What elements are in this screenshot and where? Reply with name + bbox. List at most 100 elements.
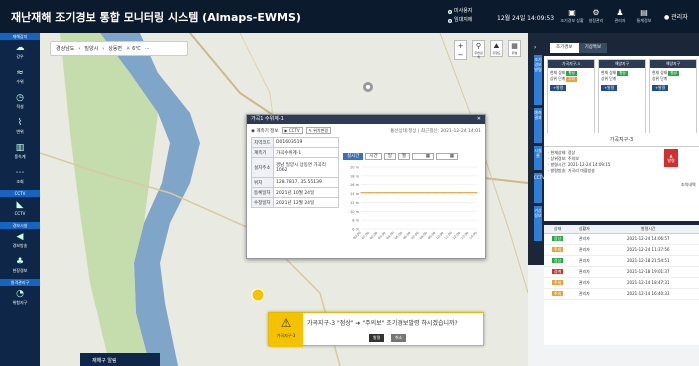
speaker-icon: ◀	[16, 232, 24, 242]
alert-dialog: ⚠ 가곡지구-3 가곡지구-3 "점상" ➔ "주의보" 조기경보발령 하시겠습…	[268, 312, 484, 347]
cctv-button[interactable]: ▶ CCTV	[281, 127, 303, 134]
app-title: 재난재해 조기경보 통합 모니터링 시스템 (Almaps-EWMS)	[11, 11, 301, 24]
x-tick-label: 06:00	[402, 231, 411, 240]
data-point	[418, 192, 420, 194]
sidebar-section: CCTV	[0, 190, 40, 197]
issue-button[interactable]: +발령	[601, 85, 618, 91]
issue-button[interactable]: +발령	[550, 85, 567, 91]
tab-month[interactable]: 월	[397, 153, 410, 160]
start-date-input[interactable]: ▦	[411, 153, 434, 160]
relocate-button[interactable]: ✎ 위치변경	[305, 127, 331, 134]
alert-marker-icon[interactable]	[251, 288, 265, 302]
minus-icon: −	[457, 51, 464, 59]
chart-tabs: 실시간 시간 일 월 ▦ ▦	[343, 153, 481, 160]
alert-history: 상태 상황자 발령시간 정상 관리자 2021-12-24 14:06:57 주의 관리자…	[544, 225, 699, 345]
user-menu[interactable]: ● 관리자	[664, 12, 688, 21]
wave-icon: ≈	[16, 68, 24, 78]
table-row[interactable]: 정상 관리자 2021-12-24 14:06:57	[544, 233, 699, 245]
x-tick-label: 07:00	[410, 231, 419, 240]
x-tick-label: 02:00	[369, 231, 378, 240]
data-point	[459, 192, 462, 194]
data-point	[368, 192, 370, 194]
chart-icon: ▤	[640, 8, 648, 17]
sidebar-item-snow[interactable]: ◷ 적설	[0, 90, 40, 115]
right-tabs: 조기경보 기상특보	[550, 43, 608, 53]
x-tick-label: 01:00	[361, 231, 370, 240]
alert-status-button[interactable]: ▣ 조기경보 상황	[560, 8, 584, 24]
data-point	[434, 192, 437, 194]
y-tick-label: 14 m	[350, 192, 360, 196]
sidebar-item-rain[interactable]: ☁ 강우	[0, 40, 40, 65]
stats-button[interactable]: ▤ 통계정보	[632, 8, 656, 24]
vtab-warning[interactable]: 조기경보발령	[534, 55, 542, 105]
table-row[interactable]: 주의 관리자 2021-12-14 16:40:33	[544, 288, 699, 300]
y-tick-label: 12 m	[350, 201, 360, 205]
zoom-out-button[interactable]: −	[454, 50, 467, 60]
y-tick-label: 10 m	[350, 210, 360, 214]
vtab-forecast[interactable]: 예측결과	[534, 108, 542, 143]
data-point	[443, 192, 445, 194]
history-table: 상태 상황자 발령시간 정상 관리자 2021-12-24 14:06:57 주의 관리자…	[544, 225, 699, 300]
breadcrumb-item[interactable]: 경상남도	[56, 45, 74, 52]
vtab-cctv[interactable]: CCTV	[534, 173, 545, 203]
weather-readout: ☼ 6℃	[126, 45, 141, 52]
sidebar-item-search[interactable]: ⋯ 조회	[0, 165, 40, 190]
table-row[interactable]: 주의 관리자 2021-12-14 18:47:31	[544, 277, 699, 289]
table-row[interactable]: 주의 관리자 2021-12-24 11:37:56	[544, 244, 699, 256]
more-icon[interactable]: ⋯	[145, 46, 150, 52]
popup-toolbar: ◉ 계측기 정보 ▶ CCTV ✎ 위치변경 통신상태:정상 | 최근갱신: 2…	[247, 124, 485, 137]
x-tick-label: 14:00	[468, 231, 477, 240]
data-point	[393, 192, 395, 194]
sidebar-item-siren[interactable]: ♣ 현장경보	[0, 254, 40, 279]
data-point	[426, 192, 428, 194]
y-tick-label: 18 m	[350, 174, 360, 178]
sidebar-item-wind[interactable]: ▥ 풍속계	[0, 140, 40, 165]
table-row: 지역코드 D01603519	[251, 137, 339, 148]
breadcrumb-item[interactable]: 밀양시	[84, 45, 98, 52]
confirm-button[interactable]: 발령	[369, 334, 385, 342]
tab-day[interactable]: 일	[383, 153, 396, 160]
legend-dot-icon	[448, 18, 452, 23]
sidebar-item-cctv[interactable]: ◣ CCTV	[0, 197, 40, 222]
vtab-facility[interactable]: 시설물	[534, 146, 542, 170]
tab-realtime[interactable]: 실시간	[343, 153, 364, 160]
info-radio[interactable]: ◉ 계측기 정보	[251, 128, 279, 134]
vtab-weather[interactable]: 기상정보	[534, 206, 542, 241]
issue-button[interactable]: +발령	[652, 85, 669, 91]
table-row[interactable]: 정상 관리자 2021-12-18 21:54:51	[544, 255, 699, 267]
sidebar-item-broadcast[interactable]: ◀ 경보방송	[0, 229, 40, 254]
bars-icon: ▥	[15, 143, 25, 153]
data-point	[468, 192, 470, 194]
x-tick-label: 12:00	[452, 231, 461, 240]
terrain-button[interactable]: ⛰ 지형도	[490, 40, 503, 57]
legend: 미사용지 임대지에	[448, 7, 472, 25]
cancel-button[interactable]: 취소	[391, 334, 407, 342]
sidebar-item-displacement[interactable]: ⌇ 변위	[0, 115, 40, 140]
camera-icon: ◣	[16, 200, 24, 210]
level-badge: 주의	[566, 77, 577, 82]
tab-hour[interactable]: 시간	[365, 153, 382, 160]
chart-plot: 20 m18 m16 m14 m12 m10 m8 m6 m00:0001:00…	[350, 166, 478, 241]
tab-weather-alert[interactable]: 기상특보	[578, 43, 608, 53]
breadcrumb: 경상남도 › 밀양시 › 상동면 ☼ 6℃ ⋯	[50, 41, 188, 56]
tab-early-warning[interactable]: 조기경보	[550, 43, 579, 53]
person-icon: ♟	[616, 8, 624, 17]
map-bottom-tab[interactable]: 재해구 알림	[92, 357, 117, 364]
x-tick-label: 09:00	[427, 231, 436, 240]
sidebar-item-risk-zone[interactable]: ◔ 위험지구	[0, 286, 40, 311]
action-history-link[interactable]: 조치내역	[681, 182, 696, 188]
pulse-icon: ⌇	[17, 118, 23, 128]
nearby-search-button[interactable]: ⚲ 주변검색	[472, 40, 485, 59]
raise-alert-button[interactable]: ▲ 발령	[664, 149, 678, 167]
satellite-button[interactable]: ▦ 위성	[508, 40, 521, 57]
sensor-info-table: 지역코드 D01603519 계측기 가곡수위계-1 설치주소 경남 밀양시 상동면 …	[251, 137, 339, 208]
sidebar-section: 원격관리구	[0, 279, 40, 286]
close-icon[interactable]: ✕	[477, 115, 481, 124]
collapse-icon[interactable]: ›	[534, 44, 536, 51]
breadcrumb-item[interactable]: 상동면	[108, 45, 122, 52]
settings-button[interactable]: ⚙ 설정관리	[584, 8, 608, 24]
table-row[interactable]: 경계 관리자 2021-12-18 19:01:37	[544, 266, 699, 278]
end-date-input[interactable]: ▦	[435, 153, 458, 160]
admin-button[interactable]: ♟ 관리자	[608, 8, 632, 24]
sidebar-item-water-level[interactable]: ≈ 수위	[0, 65, 40, 90]
